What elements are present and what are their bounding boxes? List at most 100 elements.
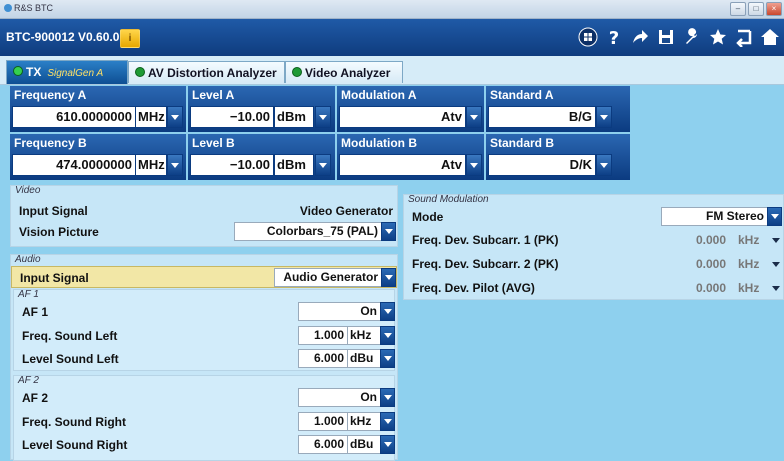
mode-value[interactable]: FM Stereo	[661, 207, 768, 226]
frequency-a-unit[interactable]: MHz	[135, 106, 167, 128]
level-sound-right-row: Level Sound Right 6.000 dBu	[14, 434, 395, 456]
audio-input-label: Input Signal	[20, 271, 89, 285]
window-controls: – □ ×	[730, 2, 782, 16]
level-sound-left-dropdown-icon[interactable]	[380, 349, 395, 368]
info-icon[interactable]: i	[120, 29, 140, 48]
dev-subcarr-2-dropdown-icon[interactable]	[772, 262, 780, 267]
help-icon[interactable]: ?	[604, 27, 624, 47]
status-led-icon	[135, 67, 145, 77]
maximize-button[interactable]: □	[748, 2, 764, 16]
back-icon[interactable]	[734, 27, 754, 47]
standard-b-label: Standard B	[490, 136, 555, 150]
mode-dropdown-icon[interactable]	[767, 207, 782, 226]
dev-subcarr-2-label: Freq. Dev. Subcarr. 2 (PK)	[412, 257, 559, 271]
dev-pilot-dropdown-icon[interactable]	[772, 286, 780, 291]
frequency-a-label: Frequency A	[14, 88, 87, 102]
video-input-row: Input Signal Video Generator	[11, 200, 397, 222]
device-label: BTC-900012 V0.60.0.0	[6, 30, 130, 44]
level-sound-left-value[interactable]: 6.000	[298, 349, 348, 368]
close-button[interactable]: ×	[766, 2, 782, 16]
af1-dropdown-icon[interactable]	[380, 302, 395, 321]
level-sound-right-unit[interactable]: dBu	[347, 435, 381, 454]
minimize-button[interactable]: –	[730, 2, 746, 16]
standard-b-cell: Standard B D/K	[486, 134, 630, 180]
home-icon[interactable]	[760, 27, 780, 47]
tab-av-label: AV Distortion Analyzer	[148, 66, 277, 80]
wrench-icon[interactable]	[682, 27, 702, 47]
frequency-a-dropdown-icon[interactable]	[167, 106, 183, 128]
af1-group: AF 1 AF 1 On Freq. Sound Left 1.000 kHz …	[13, 289, 395, 371]
freq-sound-left-unit[interactable]: kHz	[347, 326, 381, 345]
level-b-dropdown-icon[interactable]	[315, 154, 331, 176]
svg-text:?: ?	[609, 28, 619, 47]
level-a-value[interactable]: −10.00	[190, 106, 274, 128]
standard-a-cell: Standard A B/G	[486, 86, 630, 132]
level-sound-right-dropdown-icon[interactable]	[380, 435, 395, 454]
frequency-b-cell: Frequency B 474.0000000 MHz	[10, 134, 186, 180]
level-a-cell: Level A −10.00 dBm	[188, 86, 335, 132]
vision-picture-dropdown-icon[interactable]	[381, 222, 396, 241]
modulation-b-value[interactable]: Atv	[339, 154, 466, 176]
modulation-b-label: Modulation B	[341, 136, 417, 150]
audio-group-title: Audio	[15, 254, 41, 265]
star-icon[interactable]	[708, 27, 728, 47]
app-title-text: R&S BTC	[14, 3, 54, 13]
dev-pilot-row: Freq. Dev. Pilot (AVG) 0.000 kHz	[404, 277, 783, 299]
audio-input-dropdown-icon[interactable]	[381, 268, 396, 287]
vision-picture-label: Vision Picture	[19, 225, 99, 239]
freq-sound-left-dropdown-icon[interactable]	[380, 326, 395, 345]
af1-value[interactable]: On	[298, 302, 381, 321]
main-toolbar: BTC-900012 V0.60.0.0 i ?	[0, 19, 784, 56]
modulation-a-dropdown-icon[interactable]	[466, 106, 482, 128]
dev-subcarr-2-row: Freq. Dev. Subcarr. 2 (PK) 0.000 kHz	[404, 253, 783, 275]
windows-icon[interactable]	[578, 27, 598, 47]
modulation-a-cell: Modulation A Atv	[337, 86, 484, 132]
freq-sound-left-label: Freq. Sound Left	[22, 329, 118, 343]
level-b-cell: Level B −10.00 dBm	[188, 134, 335, 180]
frequency-a-value[interactable]: 610.0000000	[12, 106, 136, 128]
af2-label: AF 2	[22, 391, 49, 405]
level-a-dropdown-icon[interactable]	[315, 106, 331, 128]
save-icon[interactable]	[656, 27, 676, 47]
freq-sound-right-value[interactable]: 1.000	[298, 412, 348, 431]
modulation-a-value[interactable]: Atv	[339, 106, 466, 128]
dev-subcarr-1-dropdown-icon[interactable]	[772, 238, 780, 243]
af2-dropdown-icon[interactable]	[380, 388, 395, 407]
level-a-label: Level A	[192, 88, 235, 102]
frequency-b-dropdown-icon[interactable]	[167, 154, 183, 176]
level-b-value[interactable]: −10.00	[190, 154, 274, 176]
modulation-a-label: Modulation A	[341, 88, 417, 102]
level-b-unit[interactable]: dBm	[274, 154, 314, 176]
af2-row: AF 2 On	[14, 387, 395, 409]
vision-picture-value[interactable]: Colorbars_75 (PAL)	[234, 222, 382, 241]
tab-av-distortion-analyzer[interactable]: AV Distortion Analyzer	[128, 61, 285, 83]
standard-b-value[interactable]: D/K	[488, 154, 596, 176]
tab-video-analyzer[interactable]: Video Analyzer	[285, 61, 403, 83]
standard-a-value[interactable]: B/G	[488, 106, 596, 128]
af2-value[interactable]: On	[298, 388, 381, 407]
modulation-b-dropdown-icon[interactable]	[466, 154, 482, 176]
tab-tx[interactable]: TX SignalGen A	[6, 60, 128, 84]
freq-sound-right-unit[interactable]: kHz	[347, 412, 381, 431]
level-sound-left-unit[interactable]: dBu	[347, 349, 381, 368]
share-icon[interactable]	[630, 27, 650, 47]
level-sound-right-value[interactable]: 6.000	[298, 435, 348, 454]
audio-input-value[interactable]: Audio Generator	[274, 268, 382, 287]
audio-group: Audio Input Signal Audio Generator AF 1 …	[10, 254, 398, 461]
af1-row: AF 1 On	[14, 301, 395, 323]
freq-sound-right-dropdown-icon[interactable]	[380, 412, 395, 431]
frequency-b-value[interactable]: 474.0000000	[12, 154, 136, 176]
standard-a-dropdown-icon[interactable]	[596, 106, 612, 128]
freq-sound-left-value[interactable]: 1.000	[298, 326, 348, 345]
standard-b-dropdown-icon[interactable]	[596, 154, 612, 176]
mode-row: Mode FM Stereo	[404, 206, 783, 228]
frequency-b-unit[interactable]: MHz	[135, 154, 167, 176]
af1-group-title: AF 1	[18, 289, 39, 300]
level-sound-left-row: Level Sound Left 6.000 dBu	[14, 348, 395, 370]
dev-pilot-unit: kHz	[738, 281, 760, 295]
audio-input-row[interactable]: Input Signal Audio Generator	[11, 266, 397, 288]
level-sound-left-label: Level Sound Left	[22, 352, 119, 366]
level-a-unit[interactable]: dBm	[274, 106, 314, 128]
dev-subcarr-1-value: 0.000	[696, 233, 727, 247]
dev-subcarr-1-label: Freq. Dev. Subcarr. 1 (PK)	[412, 233, 559, 247]
